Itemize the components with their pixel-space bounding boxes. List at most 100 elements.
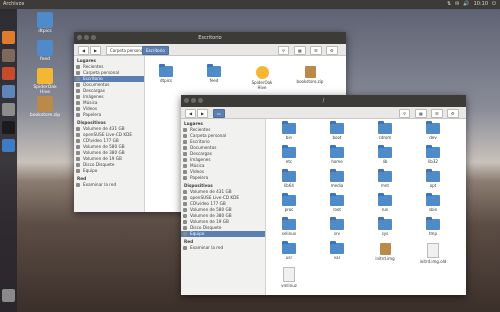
file-item[interactable]: feed	[199, 64, 229, 83]
sidebar-item-label: Documentos	[83, 82, 110, 87]
search-icon[interactable]: ⚲	[278, 46, 289, 55]
file-item[interactable]: lib32	[418, 145, 448, 164]
file-item[interactable]: sys	[370, 217, 400, 236]
desktop-item-label: bookstore.zip	[29, 113, 61, 118]
folder-icon	[330, 217, 344, 230]
update-icon[interactable]	[2, 139, 15, 152]
network-icon[interactable]: ⇅	[447, 0, 451, 9]
desktop-item[interactable]: feed	[28, 40, 62, 62]
folder-icon	[378, 121, 392, 134]
sidebar-item[interactable]: Equipo	[181, 231, 265, 237]
file-item[interactable]: dev	[418, 121, 448, 140]
file-item[interactable]: initrd.img.old	[418, 243, 448, 264]
sidebar-item[interactable]: Examinar la red	[181, 245, 265, 251]
file-item[interactable]: usr	[274, 241, 304, 260]
breadcrumb-current[interactable]: Escritorio	[142, 46, 169, 55]
sidebar-item-label: CD\video 177 GB	[83, 138, 119, 143]
volume-icon[interactable]: 🔊	[463, 0, 469, 9]
file-name: vmlinuz	[281, 283, 297, 288]
file-item[interactable]: SpiderOak Hive	[247, 66, 277, 90]
sidebar-item-label: CD\video 177 GB	[190, 201, 226, 206]
clock[interactable]: 10:10	[474, 0, 488, 9]
files-icon[interactable]	[2, 49, 15, 62]
file-item[interactable]: bookstore.zip	[295, 66, 325, 84]
window-titlebar[interactable]: Escritorio	[74, 32, 346, 44]
desktop-item[interactable]: SpiderOak Hive	[28, 68, 62, 95]
folder-icon	[330, 193, 344, 206]
desktop-item-label: dtpics	[38, 29, 52, 34]
file-item[interactable]: root	[322, 193, 352, 212]
desktop-item[interactable]: dtpics	[28, 12, 62, 34]
desktop-item[interactable]: bookstore.zip	[28, 96, 62, 118]
office-icon[interactable]	[2, 85, 15, 98]
file-item[interactable]: var	[322, 241, 352, 260]
folder-icon	[426, 145, 440, 158]
file-name: dev	[429, 135, 437, 140]
power-icon[interactable]: ⏻	[492, 0, 496, 9]
gear-icon[interactable]: ⚙	[447, 109, 459, 118]
breadcrumb-root[interactable]: ▭	[213, 109, 225, 118]
file-item[interactable]: run	[370, 193, 400, 212]
view-grid-icon[interactable]: ▦	[294, 46, 306, 55]
sidebar-item-label: openSUSE Live-CD KDE	[83, 132, 132, 137]
sidebar-section-header: Red	[184, 239, 194, 244]
sidebar-item-label: Examinar la red	[190, 245, 224, 250]
folder-icon	[426, 193, 440, 206]
sidebar: Lugares Recientes Carpeta personal Escritor…	[74, 56, 145, 212]
sidebar-item[interactable]: Examinar la red	[74, 182, 144, 188]
view-list-icon[interactable]: ☰	[431, 109, 443, 118]
gear-icon[interactable]: ⚙	[326, 46, 338, 55]
file-item[interactable]: home	[322, 145, 352, 164]
top-panel: Archivos ⇅ ✉ 🔊 10:10 ⏻	[0, 0, 500, 9]
file-name: var	[333, 255, 341, 260]
sidebar-item[interactable]: Papelera	[181, 175, 265, 181]
software-icon[interactable]	[2, 67, 15, 80]
firefox-icon[interactable]	[2, 31, 15, 44]
sidebar-item-label: Volumen de 380 GB	[190, 213, 232, 218]
place-icon	[183, 140, 187, 144]
sidebar-item-label: Equipo	[83, 168, 98, 173]
file-item[interactable]: vmlinuz	[274, 267, 304, 288]
file-item[interactable]: etc	[274, 145, 304, 164]
file-name: initrd.img.old	[419, 259, 447, 264]
file-item[interactable]: dtpics	[151, 64, 181, 83]
search-icon[interactable]: ⚲	[399, 109, 410, 118]
file-item[interactable]: opt	[418, 169, 448, 188]
file-item[interactable]: tmp	[418, 217, 448, 236]
folder-icon	[426, 217, 440, 230]
file-item[interactable]: cdrom	[370, 121, 400, 140]
place-icon	[183, 134, 187, 138]
file-name: SpiderOak Hive	[251, 80, 273, 90]
place-icon	[76, 107, 80, 111]
sidebar-section-header: Dispositivos	[77, 120, 106, 125]
file-item[interactable]: lib64	[274, 169, 304, 188]
view-grid-icon[interactable]: ▦	[415, 109, 427, 118]
file-item[interactable]: bin	[274, 121, 304, 140]
file-name: root	[332, 207, 342, 212]
file-item[interactable]: mnt	[370, 169, 400, 188]
dash-icon[interactable]	[2, 13, 15, 26]
file-item[interactable]: proc	[274, 193, 304, 212]
file-item[interactable]: media	[322, 169, 352, 188]
view-list-icon[interactable]: ☰	[310, 46, 322, 55]
file-item[interactable]: selinux	[274, 217, 304, 236]
settings-icon[interactable]	[2, 103, 15, 116]
sidebar-item[interactable]: Equipo	[74, 168, 144, 174]
trash-icon[interactable]	[2, 289, 15, 302]
window-titlebar[interactable]: /	[181, 95, 466, 107]
terminal-icon[interactable]	[2, 121, 15, 134]
forward-button[interactable]: ▶	[197, 109, 209, 118]
folder-icon	[207, 64, 221, 77]
mail-icon[interactable]: ✉	[455, 0, 459, 9]
file-item[interactable]: boot	[322, 121, 352, 140]
file-item[interactable]: srv	[322, 217, 352, 236]
forward-button[interactable]: ▶	[90, 46, 102, 55]
sidebar-item[interactable]: Papelera	[74, 112, 144, 118]
back-button[interactable]: ◀	[185, 109, 197, 118]
file-item[interactable]: sbin	[418, 193, 448, 212]
place-icon	[183, 152, 187, 156]
file-item[interactable]: initrd.img	[370, 243, 400, 261]
back-button[interactable]: ◀	[78, 46, 90, 55]
place-icon	[76, 151, 80, 155]
file-item[interactable]: lib	[370, 145, 400, 164]
